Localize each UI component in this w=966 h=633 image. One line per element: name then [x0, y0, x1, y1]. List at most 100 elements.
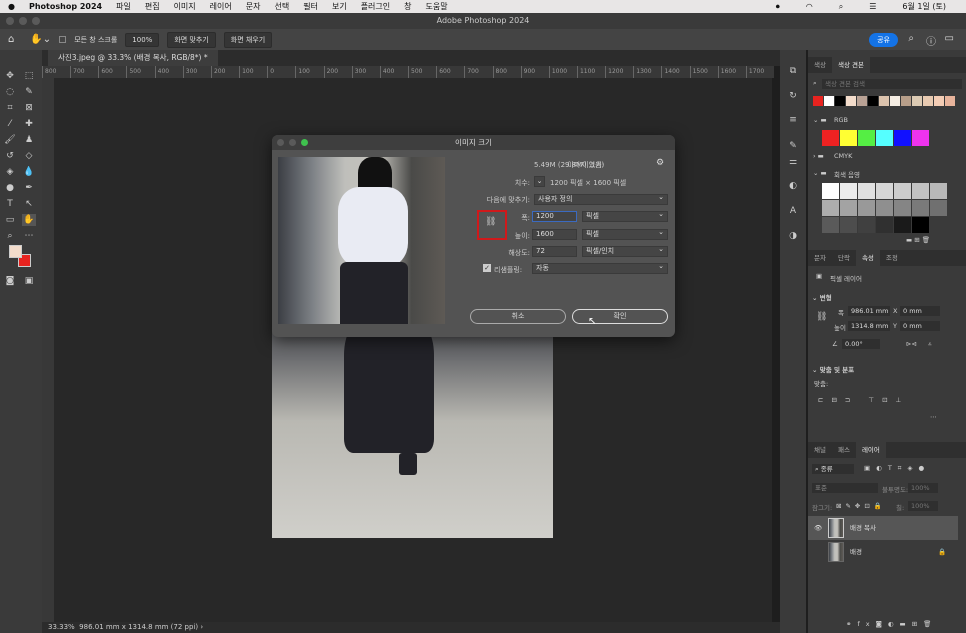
swatch[interactable]: [822, 183, 839, 199]
tab-color[interactable]: 색상: [808, 57, 832, 73]
layer-row[interactable]: 👁 배경 복사: [808, 516, 958, 540]
resample-checkbox[interactable]: ✓: [483, 264, 491, 272]
menu-filter[interactable]: 필터: [303, 1, 318, 12]
swatch[interactable]: [912, 183, 929, 199]
layer-name[interactable]: 배경: [850, 540, 862, 564]
fill-screen-button[interactable]: 화면 채우기: [223, 31, 273, 48]
swatch[interactable]: [894, 183, 911, 199]
tab-channels[interactable]: 채널: [808, 442, 832, 458]
swatch[interactable]: [858, 130, 875, 146]
eraser-tool-icon[interactable]: ◇: [22, 150, 36, 162]
new-group-icon[interactable]: ▬ ⊞ 🗑: [906, 236, 930, 244]
swatch[interactable]: [868, 96, 878, 106]
fill-input[interactable]: 100%: [908, 501, 938, 511]
rectangle-tool-icon[interactable]: ▭: [3, 214, 17, 226]
blur-tool-icon[interactable]: 💧: [22, 166, 36, 178]
swatch[interactable]: [912, 217, 929, 233]
help-icon[interactable]: ⓘ: [926, 33, 936, 48]
search-icon[interactable]: ⌕: [839, 2, 843, 12]
flip-horizontal-icon[interactable]: ⊳⊲: [906, 340, 917, 348]
tab-adjustments[interactable]: 조정: [880, 250, 904, 266]
dialog-zoom-button[interactable]: [301, 139, 308, 146]
swatch[interactable]: [822, 217, 839, 233]
swatch[interactable]: [840, 200, 857, 216]
swatch[interactable]: [840, 130, 857, 146]
ok-button[interactable]: 확인: [572, 309, 668, 324]
swatch-group-grayscale[interactable]: 회색 음영: [834, 169, 860, 179]
resolution-unit-select[interactable]: 픽셀/인치: [582, 245, 668, 257]
chevron-down-icon[interactable]: ⌄ ▬: [813, 116, 827, 124]
flip-vertical-icon[interactable]: ⩡: [928, 340, 932, 349]
swatch[interactable]: [824, 96, 834, 106]
y-input[interactable]: 0 mm: [900, 321, 940, 331]
dodge-tool-icon[interactable]: ●: [3, 182, 17, 194]
height-unit-select[interactable]: 픽셀: [582, 228, 668, 240]
wifi-icon[interactable]: ◠: [806, 2, 813, 11]
fit-screen-button[interactable]: 화면 맞추기: [167, 31, 216, 48]
resample-select[interactable]: 자동: [532, 262, 668, 274]
tab-paths[interactable]: 패스: [832, 442, 856, 458]
spot-heal-tool-icon[interactable]: ✚: [22, 118, 36, 130]
marquee-tool-icon[interactable]: ⬚: [22, 70, 36, 82]
swatch[interactable]: [822, 130, 839, 146]
h-input[interactable]: 1314.8 mm: [848, 321, 890, 331]
swatch[interactable]: [876, 183, 893, 199]
menu-file[interactable]: 파일: [116, 1, 131, 12]
swatch[interactable]: [912, 130, 929, 146]
angle-input[interactable]: 0.00°: [842, 339, 880, 349]
crop-tool-icon[interactable]: ⌗: [3, 102, 17, 114]
swatch[interactable]: [934, 96, 944, 106]
screen-mode-icon[interactable]: ▣: [22, 275, 36, 287]
layer-actions-icons[interactable]: ⚭fx◙◐▬⊞🗑: [846, 620, 937, 628]
chevron-down-icon[interactable]: ⌄ ▬: [813, 169, 827, 177]
visibility-eye-icon[interactable]: 👁: [814, 516, 822, 540]
menu-plugins[interactable]: 플러그인: [361, 1, 390, 12]
swatch[interactable]: [930, 183, 947, 199]
swatch[interactable]: [846, 96, 856, 106]
swatch[interactable]: [857, 96, 867, 106]
swatch[interactable]: [813, 96, 823, 106]
layer-filter-select[interactable]: ⌕ 종류: [812, 464, 854, 474]
dialog-close-button[interactable]: [277, 139, 284, 146]
swatch[interactable]: [930, 200, 947, 216]
move-tool-icon[interactable]: ✥: [3, 70, 17, 82]
path-select-tool-icon[interactable]: ↖: [22, 198, 36, 210]
tab-layers[interactable]: 레이어: [855, 442, 886, 458]
zoom-window-button[interactable]: [32, 17, 40, 25]
swatch[interactable]: [858, 217, 875, 233]
width-input[interactable]: 1200: [532, 211, 577, 222]
swatch[interactable]: [890, 96, 900, 106]
zoom-tool-icon[interactable]: ⌕: [3, 230, 17, 242]
vertical-ruler[interactable]: [42, 78, 54, 623]
pen-tool-icon[interactable]: ✒: [22, 182, 36, 194]
transform-section[interactable]: ⌄ 변형: [812, 292, 832, 302]
blend-mode-select[interactable]: 표준: [812, 483, 878, 493]
link-icon[interactable]: ⛓: [816, 312, 827, 322]
apple-icon[interactable]: ●: [8, 2, 15, 11]
swatch[interactable]: [912, 96, 922, 106]
tab-swatches[interactable]: 색상 견본: [831, 57, 870, 73]
swatch-group-cmyk[interactable]: CMYK: [834, 152, 852, 160]
tab-paragraph[interactable]: 단락: [832, 250, 856, 266]
fit-to-select[interactable]: 사용자 정의: [534, 193, 668, 205]
menu-layer[interactable]: 레이어: [210, 1, 232, 12]
actions-panel-icon[interactable]: ≡: [786, 114, 800, 126]
x-input[interactable]: 0 mm: [900, 306, 940, 316]
opacity-input[interactable]: 100%: [908, 483, 938, 493]
swatch[interactable]: [894, 130, 911, 146]
width-unit-select[interactable]: 픽셀: [582, 210, 668, 222]
quick-mask-icon[interactable]: ◙: [3, 275, 17, 287]
swatch[interactable]: [835, 96, 845, 106]
horizontal-ruler[interactable]: 800 700 600 500 400 300 200 100 0 100 200 300 400 500…: [42, 66, 774, 78]
history-brush-icon[interactable]: ↺: [3, 150, 17, 162]
gear-icon[interactable]: ⚙: [656, 158, 664, 168]
menu-type[interactable]: 문자: [246, 1, 261, 12]
image-preview[interactable]: [278, 157, 445, 324]
adjust-panel-icon[interactable]: ⚌: [786, 156, 800, 168]
type-tool-icon[interactable]: T: [3, 198, 17, 210]
swatch[interactable]: [879, 96, 889, 106]
search-icon[interactable]: ⌕: [908, 33, 914, 44]
resolution-input[interactable]: 72: [532, 246, 577, 257]
swatch[interactable]: [894, 200, 911, 216]
eyedropper-tool-icon[interactable]: ⁄: [3, 118, 17, 130]
